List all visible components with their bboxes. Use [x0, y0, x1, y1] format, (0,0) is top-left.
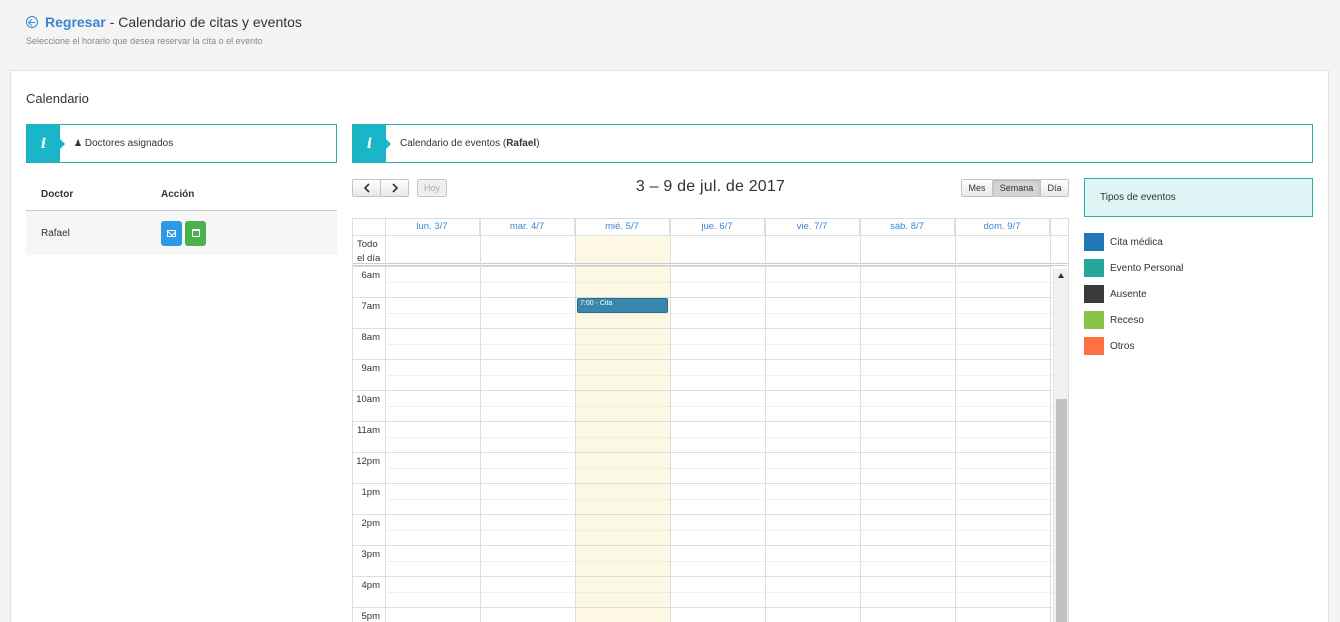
time-slot-row[interactable]: 1pm — [353, 483, 1052, 514]
time-slot-row[interactable]: 4pm — [353, 576, 1052, 607]
day-divider — [575, 219, 576, 622]
scroll-up-arrow-icon[interactable] — [1058, 273, 1064, 278]
time-label: 7am — [361, 301, 380, 312]
legend-label: Cita médica — [1110, 236, 1163, 248]
send-email-button[interactable] — [161, 220, 182, 246]
day-divider — [955, 219, 956, 622]
day-header[interactable]: dom. 9/7 — [955, 219, 1050, 235]
table-row: Rafael — [26, 211, 337, 255]
scroll-thumb[interactable] — [1056, 399, 1067, 622]
legend-label: Receso — [1110, 314, 1144, 326]
legend-item: Ausente — [1084, 281, 1183, 307]
back-arrow-icon[interactable] — [26, 16, 38, 28]
time-label: 3pm — [361, 549, 380, 560]
doctor-name: Rafael — [41, 227, 70, 239]
page-header: Regresar - Calendario de citas y eventos… — [26, 14, 302, 46]
card-title: Calendario — [26, 91, 89, 106]
time-slot-row[interactable]: 3pm — [353, 545, 1052, 576]
doctors-info-box: i ♟ Doctores asignados — [26, 124, 337, 163]
time-label: 10am — [356, 394, 380, 405]
calendar-icon — [191, 229, 200, 237]
time-slot-row[interactable]: 10am — [353, 390, 1052, 421]
legend-label: Ausente — [1110, 288, 1147, 300]
calendar-info-prefix: Calendario de eventos ( — [400, 138, 507, 149]
day-header[interactable]: lun. 3/7 — [385, 219, 480, 235]
legend-swatch — [1084, 233, 1104, 251]
view-day-button[interactable]: Día — [1040, 179, 1069, 197]
time-label: 8am — [361, 332, 380, 343]
time-slot-row[interactable]: 8am — [353, 328, 1052, 359]
calendar-info-box: i Calendario de eventos (Rafael) — [352, 124, 1313, 163]
time-slot-row[interactable]: 5pm — [353, 607, 1052, 622]
doctor-table-header: Doctor Acción — [26, 178, 337, 211]
day-header[interactable]: mié. 5/7 — [575, 219, 670, 235]
event-types-header: Tipos de eventos — [1084, 178, 1313, 217]
user-icon: ♟ — [74, 138, 83, 148]
day-divider — [385, 219, 386, 622]
day-header[interactable]: vie. 7/7 — [765, 219, 860, 235]
day-divider — [765, 219, 766, 622]
view-week-button[interactable]: Semana — [992, 179, 1041, 197]
col-doctor-header: Doctor — [41, 188, 74, 200]
legend-item: Receso — [1084, 307, 1183, 333]
legend-swatch — [1084, 337, 1104, 355]
day-header[interactable]: jue. 6/7 — [670, 219, 765, 235]
time-label: 9am — [361, 363, 380, 374]
time-label: 12pm — [356, 456, 380, 467]
time-label: 5pm — [361, 611, 380, 622]
allday-row: Todo el día — [353, 235, 1068, 266]
day-header[interactable]: sáb. 8/7 — [860, 219, 955, 235]
legend-item: Otros — [1084, 333, 1183, 359]
time-label: 1pm — [361, 487, 380, 498]
time-slot-row[interactable]: 2pm — [353, 514, 1052, 545]
calendar-info-suffix: ) — [536, 138, 540, 149]
time-slot-row[interactable]: 12pm — [353, 452, 1052, 483]
view-calendar-button[interactable] — [185, 220, 206, 246]
time-label: 11am — [356, 425, 380, 436]
day-divider — [1050, 219, 1051, 622]
calendar-info-doctor: Rafael — [506, 138, 537, 149]
time-slot-row[interactable]: 6am — [353, 266, 1052, 297]
legend-item: Cita médica — [1084, 229, 1183, 255]
legend-swatch — [1084, 259, 1104, 277]
page-title: Regresar - Calendario de citas y eventos — [26, 14, 302, 30]
doctors-info-label: Doctores asignados — [84, 138, 174, 149]
legend-label: Evento Personal — [1110, 262, 1184, 274]
legend-swatch — [1084, 285, 1104, 303]
allday-label: Todo el día — [357, 239, 381, 264]
legend-swatch — [1084, 311, 1104, 329]
calendar-event[interactable]: 7:00 - Cita — [577, 298, 668, 313]
info-icon: i — [353, 125, 391, 162]
back-link[interactable]: Regresar — [45, 14, 106, 30]
page-subtitle: Seleccione el horario que desea reservar… — [26, 36, 263, 46]
day-header[interactable]: mar. 4/7 — [480, 219, 575, 235]
time-label: 4pm — [361, 580, 380, 591]
time-slot-row[interactable]: 7am — [353, 297, 1052, 328]
legend-label: Otros — [1110, 340, 1135, 352]
calendar-toolbar: Hoy 3 – 9 de jul. de 2017 Mes Semana Día — [352, 178, 1069, 200]
col-action-header: Acción — [161, 188, 195, 200]
day-divider — [480, 219, 481, 622]
time-slot-row[interactable]: 11am — [353, 421, 1052, 452]
legend-item: Evento Personal — [1084, 255, 1183, 281]
envelope-icon — [167, 229, 176, 237]
week-calendar-grid: Todo el día lun. 3/7 mar. 4/7 mié. 5/7 jue. … — [352, 218, 1069, 622]
view-month-button[interactable]: Mes — [961, 179, 993, 197]
event-types-legend: Cita médica Evento Personal Ausente Receso O… — [1084, 229, 1183, 359]
doctor-table: Doctor Acción Rafael — [26, 178, 337, 255]
time-slot-row[interactable]: 9am — [353, 359, 1052, 390]
time-label: 6am — [361, 270, 380, 281]
day-divider — [860, 219, 861, 622]
info-icon: i — [27, 125, 65, 162]
day-divider — [670, 219, 671, 622]
time-label: 2pm — [361, 518, 380, 529]
page-title-text: - Calendario de citas y eventos — [109, 14, 302, 30]
time-grid-scrollbar[interactable] — [1053, 269, 1068, 622]
